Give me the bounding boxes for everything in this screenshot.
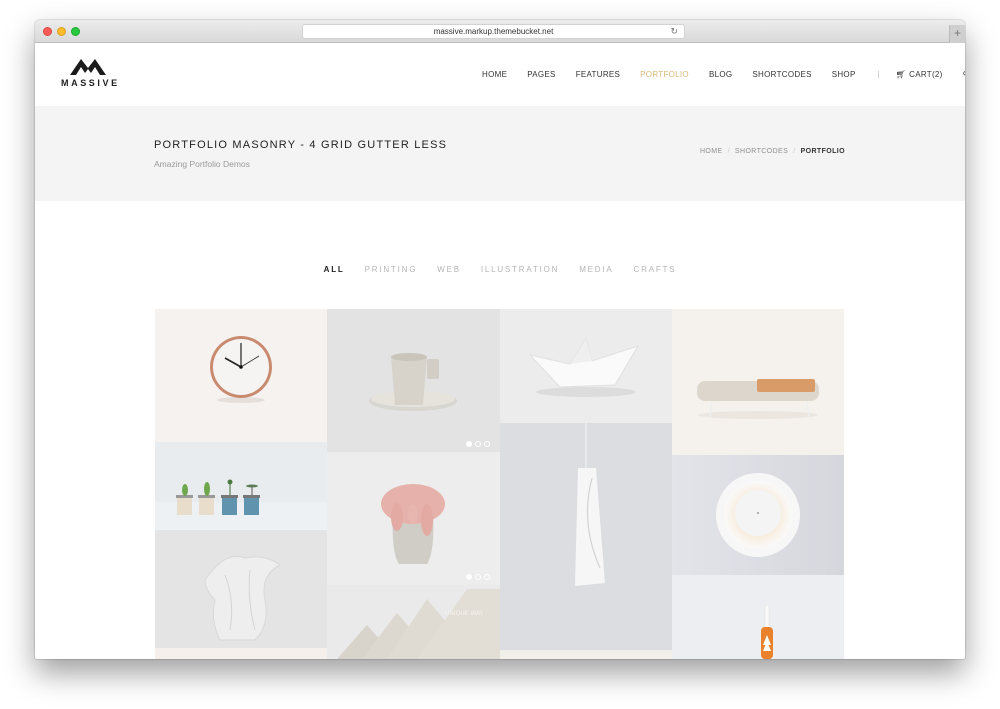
nav-features[interactable]: FEATURES	[576, 70, 620, 79]
search-link[interactable]: ⚲SEARCH	[963, 70, 965, 79]
filter-crafts[interactable]: CRAFTS	[634, 265, 677, 274]
nav-shortcodes[interactable]: SHORTCODES	[752, 70, 811, 79]
breadcrumb-shortcodes[interactable]: SHORTCODES	[735, 148, 788, 155]
portfolio-item-orange-bottle[interactable]	[672, 575, 844, 659]
flower-vase-image	[381, 484, 445, 564]
business-cards-image: UNIQUE WAY	[337, 589, 500, 659]
slider-dots	[463, 574, 490, 580]
page-title: PORTFOLIO MASONRY - 4 GRID GUTTER LESS	[154, 139, 448, 151]
nav-home[interactable]: HOME	[482, 70, 507, 79]
site-header: MASSIVE HOME PAGES FEATURES PORTFOLIO BL…	[35, 43, 965, 106]
reload-icon[interactable]: ↻	[670, 25, 678, 38]
filter-printing[interactable]: PRINTING	[365, 265, 418, 274]
portfolio-item-paper-boat[interactable]	[500, 309, 672, 423]
logo-text: MASSIVE	[61, 78, 120, 88]
pendant-lamp-image	[575, 423, 605, 586]
filter-illustration[interactable]: ILLUSTRATION	[481, 265, 559, 274]
search-icon: ⚲	[963, 70, 965, 79]
portfolio-item-cup-and-saucer[interactable]	[327, 309, 500, 452]
slider-dot[interactable]	[475, 574, 481, 580]
slider-dot-active[interactable]	[466, 441, 472, 447]
zoom-window-button[interactable]	[71, 27, 80, 36]
portfolio-item-wall-light[interactable]	[672, 455, 844, 575]
cart-label: CART(2)	[909, 70, 943, 79]
main-nav: HOME PAGES FEATURES PORTFOLIO BLOG SHORT…	[482, 70, 965, 79]
close-window-button[interactable]	[43, 27, 52, 36]
portfolio-item-bench-with-tray[interactable]	[672, 309, 844, 455]
nav-portfolio[interactable]: PORTFOLIO	[640, 70, 689, 79]
browser-window: massive.markup.themebucket.net ↻ + MASSI…	[35, 20, 965, 659]
breadcrumb-portfolio: PORTFOLIO	[800, 148, 845, 155]
plant-pots-image	[155, 479, 327, 530]
portfolio-item-paper-relief[interactable]	[155, 530, 327, 648]
wall-light-image	[716, 473, 800, 557]
browser-titlebar: massive.markup.themebucket.net ↻ +	[35, 20, 965, 43]
breadcrumb: HOME / SHORTCODES / PORTFOLIO	[700, 148, 845, 155]
cart-link[interactable]: 🛒︎ CART(2)	[896, 70, 943, 79]
nav-blog[interactable]: BLOG	[709, 70, 732, 79]
new-tab-button[interactable]: +	[949, 25, 965, 43]
page-title-banner: PORTFOLIO MASONRY - 4 GRID GUTTER LESS A…	[35, 106, 965, 201]
mountain-logo-icon	[70, 59, 106, 75]
site-logo[interactable]: MASSIVE	[61, 57, 121, 88]
breadcrumb-separator: /	[793, 148, 796, 155]
portfolio-item-flower-vase[interactable]	[327, 452, 500, 585]
slider-dot[interactable]	[475, 441, 481, 447]
url-text: massive.markup.themebucket.net	[433, 27, 554, 36]
orange-bottle-image	[761, 604, 773, 659]
portfolio-filters: ALL PRINTING WEB ILLUSTRATION MEDIA CRAF…	[35, 265, 965, 274]
portfolio-item-wall-clock[interactable]	[155, 309, 327, 442]
filter-media[interactable]: MEDIA	[579, 265, 613, 274]
cart-icon: 🛒︎	[895, 70, 907, 79]
portfolio-item-pendant-lamp[interactable]	[500, 423, 672, 650]
minimize-window-button[interactable]	[57, 27, 66, 36]
breadcrumb-home[interactable]: HOME	[700, 148, 723, 155]
bench-with-tray-image	[697, 379, 819, 419]
nav-divider: |	[877, 70, 880, 79]
slider-dot[interactable]	[484, 574, 490, 580]
svg-text:UNIQUE WAY: UNIQUE WAY	[445, 610, 484, 617]
slider-dot-active[interactable]	[466, 574, 472, 580]
portfolio-item-bottom-strip[interactable]	[500, 650, 672, 659]
portfolio-item-bottom-strip[interactable]	[155, 648, 327, 659]
slider-dot[interactable]	[484, 441, 490, 447]
filter-web[interactable]: WEB	[437, 265, 461, 274]
cup-and-saucer-image	[369, 353, 457, 411]
paper-relief-image	[204, 555, 281, 641]
nav-pages[interactable]: PAGES	[527, 70, 555, 79]
address-bar[interactable]: massive.markup.themebucket.net ↻	[302, 24, 685, 39]
slider-dots	[463, 441, 490, 447]
wall-clock-image	[210, 336, 272, 403]
breadcrumb-separator: /	[727, 148, 730, 155]
filter-all[interactable]: ALL	[324, 265, 345, 274]
paper-boat-image	[528, 337, 640, 397]
nav-shop[interactable]: SHOP	[832, 70, 856, 79]
portfolio-grid: UNIQUE WAY	[155, 309, 844, 659]
portfolio-item-business-cards[interactable]: UNIQUE WAY	[327, 585, 500, 659]
portfolio-item-plant-pots[interactable]	[155, 442, 327, 530]
page-subtitle: Amazing Portfolio Demos	[154, 159, 250, 169]
